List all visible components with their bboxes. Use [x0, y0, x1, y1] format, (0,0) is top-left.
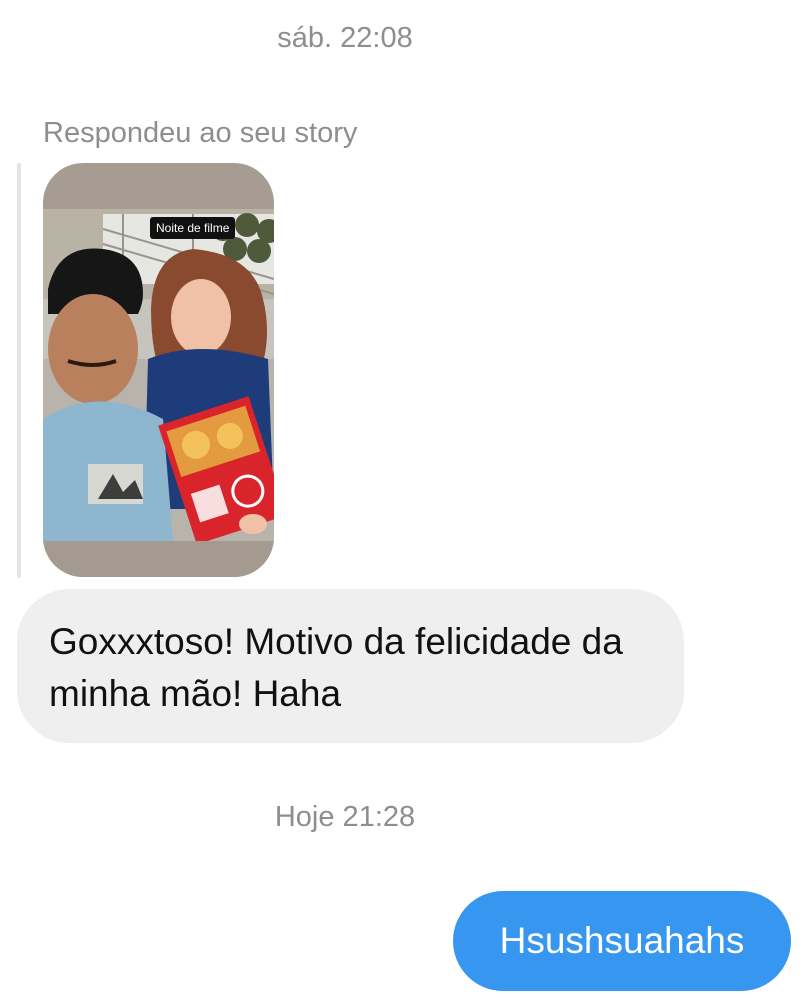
story-thumbnail[interactable]: Noite de filme [43, 163, 274, 577]
story-reply-label: Respondeu ao seu story [43, 117, 358, 149]
story-photo [43, 209, 274, 541]
incoming-message-bubble[interactable]: Goxxxtoso! Motivo da felicidade da minha… [17, 589, 684, 743]
story-bottom-strip [43, 541, 274, 577]
story-text-tag: Noite de filme [150, 217, 236, 239]
timestamp: Hoje 21:28 [274, 801, 416, 833]
incoming-message-text: Goxxxtoso! Motivo da felicidade da minha… [49, 621, 623, 714]
reply-indicator-bar [17, 163, 21, 578]
outgoing-message-bubble[interactable]: Hsushsuahahs [453, 891, 791, 991]
timestamp: sáb. 22:08 [277, 22, 413, 54]
outgoing-message-text: Hsushsuahahs [499, 920, 745, 961]
